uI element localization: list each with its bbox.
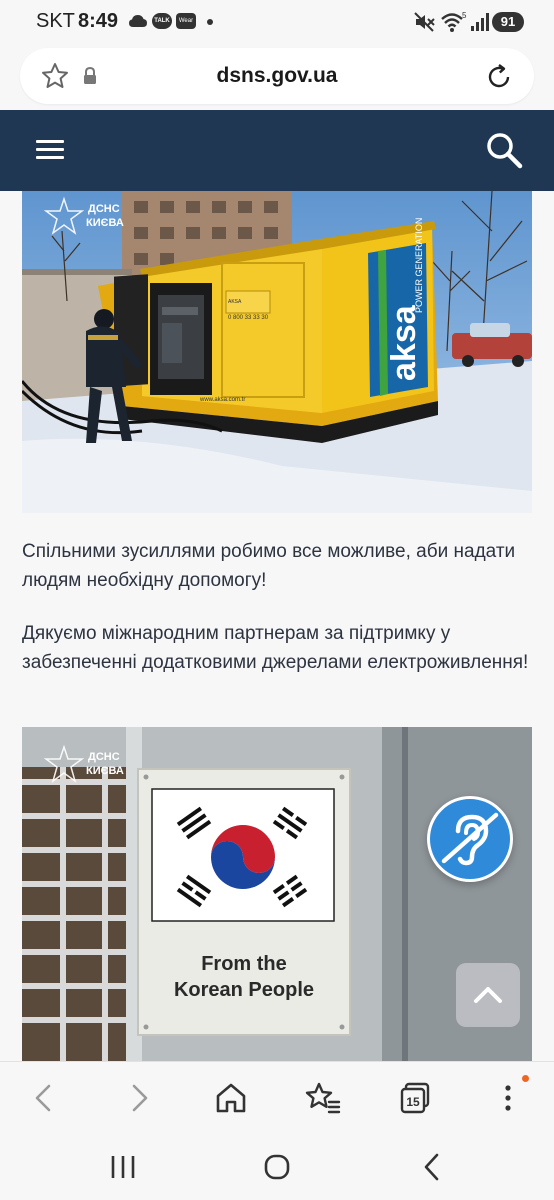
article-paragraph-2: Дякуємо міжнародним партнерам за підтрим… — [22, 623, 529, 673]
back-nav-icon[interactable] — [412, 1147, 452, 1187]
sign-text-line1: From the — [201, 953, 287, 975]
status-bar: SKT 8:49 TALK Wear 5 91 — [0, 0, 554, 44]
scroll-to-top-button[interactable] — [456, 963, 520, 1027]
chevron-up-icon — [474, 987, 502, 1003]
star-list-icon[interactable] — [301, 1076, 345, 1120]
site-header — [0, 110, 554, 191]
sign-text-line2: Korean People — [174, 979, 314, 1001]
talk-notification-icon: TALK — [152, 13, 172, 29]
home-icon[interactable] — [209, 1076, 253, 1120]
carrier-label: SKT — [36, 10, 75, 32]
search-icon[interactable] — [484, 130, 524, 170]
star-outline-icon[interactable] — [40, 61, 70, 91]
wifi-icon: 5 — [441, 11, 467, 32]
svg-text:5: 5 — [462, 11, 467, 20]
mute-icon — [414, 12, 435, 32]
wear-notification-icon: Wear — [176, 13, 196, 29]
address-bar[interactable]: dsns.gov.ua — [20, 48, 534, 104]
more-notifications-dot-icon — [207, 19, 213, 25]
article-content: AKSA 0 800 33 33 30 www.aksa.com.tr aksa… — [0, 191, 554, 1061]
generator-brand-subtext: POWER GENERATION — [414, 218, 424, 313]
menu-update-badge — [522, 1075, 529, 1082]
chevron-right-icon[interactable] — [117, 1076, 161, 1120]
svg-text:www.aksa.com.tr: www.aksa.com.tr — [199, 397, 245, 403]
tabs-count: 15 — [406, 1095, 420, 1109]
battery-indicator: 91 — [492, 12, 524, 32]
clock-time: 8:49 — [78, 10, 119, 32]
kebab-menu-icon[interactable] — [486, 1076, 530, 1120]
reload-icon[interactable] — [484, 62, 514, 92]
hamburger-icon[interactable] — [36, 138, 66, 162]
browser-toolbar: 15 — [0, 1061, 554, 1133]
svg-text:AKSA: AKSA — [228, 299, 242, 305]
watermark2-line1: ДСНС — [88, 751, 120, 763]
generator-photo: AKSA 0 800 33 33 30 www.aksa.com.tr aksa… — [22, 191, 532, 513]
svg-text:0 800 33 33 30: 0 800 33 33 30 — [228, 315, 269, 321]
accessibility-button[interactable] — [427, 796, 513, 882]
circle-home-icon[interactable] — [257, 1147, 297, 1187]
chevron-left-icon[interactable] — [22, 1076, 66, 1120]
cloud-icon — [129, 15, 147, 27]
recents-icon[interactable] — [103, 1147, 143, 1187]
hearing-icon — [441, 812, 499, 866]
lock-icon — [84, 67, 96, 84]
signal-icon — [471, 13, 489, 31]
watermark-line1: ДСНС — [88, 203, 120, 215]
watermark2-line2: КИЄВА — [86, 765, 124, 777]
system-nav-bar — [0, 1133, 554, 1200]
watermark-line2: КИЄВА — [86, 217, 124, 229]
generator-image: AKSA 0 800 33 33 30 www.aksa.com.tr aksa… — [22, 191, 532, 513]
screen: SKT 8:49 TALK Wear 5 91 dsns.gov.ua AKSA… — [0, 0, 554, 1200]
article-paragraph-1: Спільними зусиллями робимо все можливе, … — [22, 541, 516, 591]
tabs-icon[interactable]: 15 — [393, 1076, 437, 1120]
generator-brand-text: aksa — [385, 304, 423, 381]
